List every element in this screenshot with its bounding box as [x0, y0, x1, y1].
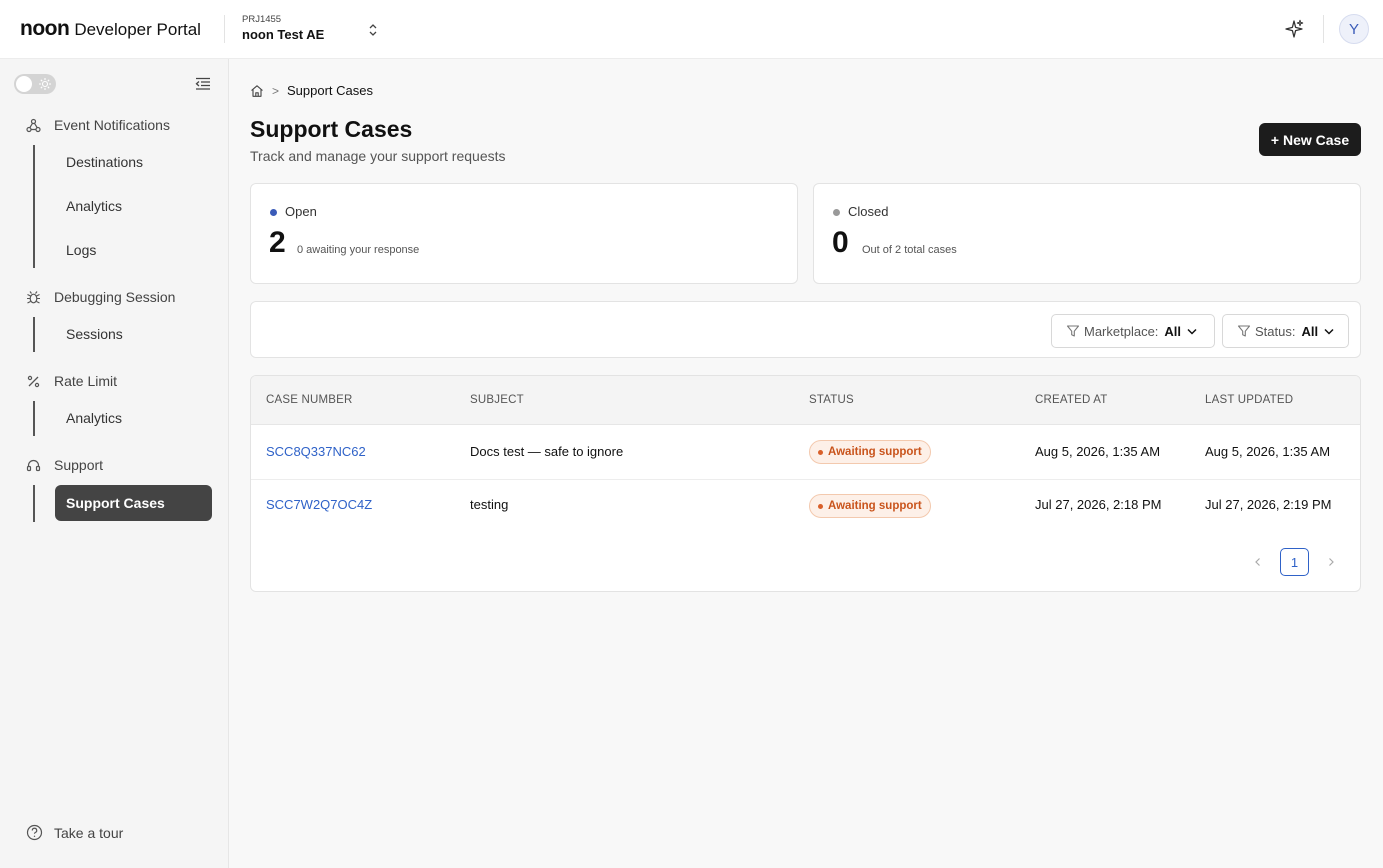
- logo-suffix: Developer Portal: [74, 20, 201, 39]
- column-header[interactable]: STATUS: [809, 394, 854, 406]
- sidebar-item-logs[interactable]: Logs: [66, 242, 96, 258]
- filter-bar: Marketplace: All Status: All: [250, 301, 1361, 358]
- sidebar-section-rate-limit[interactable]: Rate Limit: [26, 373, 117, 389]
- table-row[interactable]: SCC8Q337NC62 Docs test — safe to ignore …: [251, 425, 1360, 480]
- cases-table: CASE NUMBER SUBJECT STATUS CREATED AT LA…: [250, 375, 1361, 592]
- breadcrumb-separator: >: [272, 83, 280, 98]
- pagination-current-page[interactable]: 1: [1280, 548, 1309, 576]
- chevron-left-icon[interactable]: [1252, 556, 1264, 568]
- help-circle-icon: [26, 824, 43, 841]
- case-subject: Docs test — safe to ignore: [470, 444, 624, 459]
- portal-logo[interactable]: noon Developer Portal: [20, 17, 201, 41]
- last-updated: Aug 5, 2026, 1:35 AM: [1205, 444, 1331, 459]
- sun-icon: [39, 78, 51, 90]
- toggle-knob: [16, 76, 32, 92]
- percent-icon: [27, 375, 40, 387]
- filter-icon: [1237, 325, 1251, 337]
- sidebar-section-support[interactable]: Support: [26, 457, 103, 473]
- open-cases-card: Open 2 0 awaiting your response: [250, 183, 798, 284]
- marketplace-filter-label: Marketplace:: [1084, 323, 1159, 339]
- sidebar-section-debugging-session[interactable]: Debugging Session: [26, 289, 175, 305]
- case-number-link[interactable]: SCC8Q337NC62: [266, 444, 366, 459]
- page-title: Support Cases: [250, 116, 413, 142]
- sidebar-section-label: Rate Limit: [54, 373, 118, 389]
- sidebar-item-analytics[interactable]: Analytics: [66, 198, 122, 214]
- project-selector[interactable]: PRJ1455 noon Test AE: [242, 14, 324, 42]
- sidebar-section-label: Event Notifications: [54, 117, 170, 133]
- sidebar-item-destinations[interactable]: Destinations: [66, 154, 143, 170]
- closed-cases-card: Closed 0 Out of 2 total cases: [813, 183, 1361, 284]
- headset-icon: [26, 459, 41, 471]
- sidebar-section-label: Support: [54, 457, 104, 473]
- chevron-up-down-icon[interactable]: [366, 22, 380, 38]
- sidebar-section-label: Debugging Session: [54, 289, 176, 305]
- status-filter[interactable]: Status: All: [1222, 314, 1349, 348]
- table-row[interactable]: SCC7W2Q7OC4Z testing Awaiting support Ju…: [251, 480, 1360, 535]
- avatar[interactable]: Y: [1339, 14, 1369, 44]
- column-header[interactable]: LAST UPDATED: [1205, 394, 1293, 406]
- breadcrumb: > Support Cases: [250, 83, 373, 98]
- status-filter-label: Status:: [1255, 323, 1296, 339]
- case-number-link[interactable]: SCC7W2Q7OC4Z: [266, 497, 372, 512]
- open-count: 2: [269, 226, 286, 259]
- take-a-tour-link[interactable]: Take a tour: [26, 824, 123, 841]
- open-label: Open: [285, 204, 317, 219]
- sidebar-item-sessions[interactable]: Sessions: [66, 326, 123, 342]
- header-divider: [1323, 15, 1324, 43]
- sidebar-item-rate-limit-analytics[interactable]: Analytics: [66, 410, 122, 426]
- sidebar-section-event-notifications[interactable]: Event Notifications: [26, 117, 170, 133]
- nav-tree-line: [33, 145, 35, 268]
- nav-tree-line: [33, 317, 35, 352]
- page-subtitle: Track and manage your support requests: [250, 148, 506, 164]
- project-id: PRJ1455: [242, 14, 282, 25]
- closed-description: Out of 2 total cases: [862, 244, 957, 256]
- tour-label: Take a tour: [54, 824, 124, 841]
- webhook-icon: [26, 118, 41, 132]
- sidebar-item-support-cases[interactable]: Support Cases: [55, 485, 212, 521]
- nav-tree-line: [33, 485, 35, 522]
- theme-toggle[interactable]: [14, 74, 56, 94]
- project-name: noon Test AE: [242, 27, 325, 42]
- chevron-down-icon: [1324, 328, 1334, 335]
- logo-brand: noon: [20, 17, 70, 40]
- column-header[interactable]: SUBJECT: [470, 394, 524, 406]
- status-filter-value: All: [1301, 323, 1319, 339]
- header-divider: [224, 15, 225, 43]
- status-dot: [833, 209, 840, 216]
- top-header: noon Developer Portal PRJ1455 noon Test …: [0, 0, 1383, 59]
- new-case-button[interactable]: + New Case: [1259, 123, 1361, 156]
- table-header: CASE NUMBER SUBJECT STATUS CREATED AT LA…: [251, 376, 1360, 425]
- sparkle-icon[interactable]: [1283, 18, 1305, 40]
- last-updated: Jul 27, 2026, 2:19 PM: [1205, 497, 1332, 512]
- sidebar-collapse-icon[interactable]: [195, 77, 211, 91]
- filter-icon: [1066, 325, 1080, 337]
- status-dot: [270, 209, 277, 216]
- sidebar: Event Notifications Destinations Analyti…: [0, 59, 229, 868]
- created-at: Jul 27, 2026, 2:18 PM: [1035, 497, 1162, 512]
- created-at: Aug 5, 2026, 1:35 AM: [1035, 444, 1161, 459]
- marketplace-filter[interactable]: Marketplace: All: [1051, 314, 1215, 348]
- marketplace-filter-value: All: [1164, 323, 1182, 339]
- column-header[interactable]: CASE NUMBER: [266, 394, 353, 406]
- closed-count: 0: [832, 226, 849, 259]
- status-badge: Awaiting support: [809, 440, 931, 464]
- breadcrumb-current: Support Cases: [287, 83, 374, 98]
- nav-tree-line: [33, 401, 35, 436]
- chevron-down-icon: [1187, 328, 1197, 335]
- case-subject: testing: [470, 497, 509, 512]
- chevron-right-icon[interactable]: [1325, 556, 1337, 568]
- closed-label: Closed: [848, 204, 889, 219]
- bug-icon: [27, 290, 40, 303]
- status-badge: Awaiting support: [809, 494, 931, 518]
- open-description: 0 awaiting your response: [297, 244, 420, 256]
- home-icon[interactable]: [250, 84, 264, 98]
- column-header[interactable]: CREATED AT: [1035, 394, 1108, 406]
